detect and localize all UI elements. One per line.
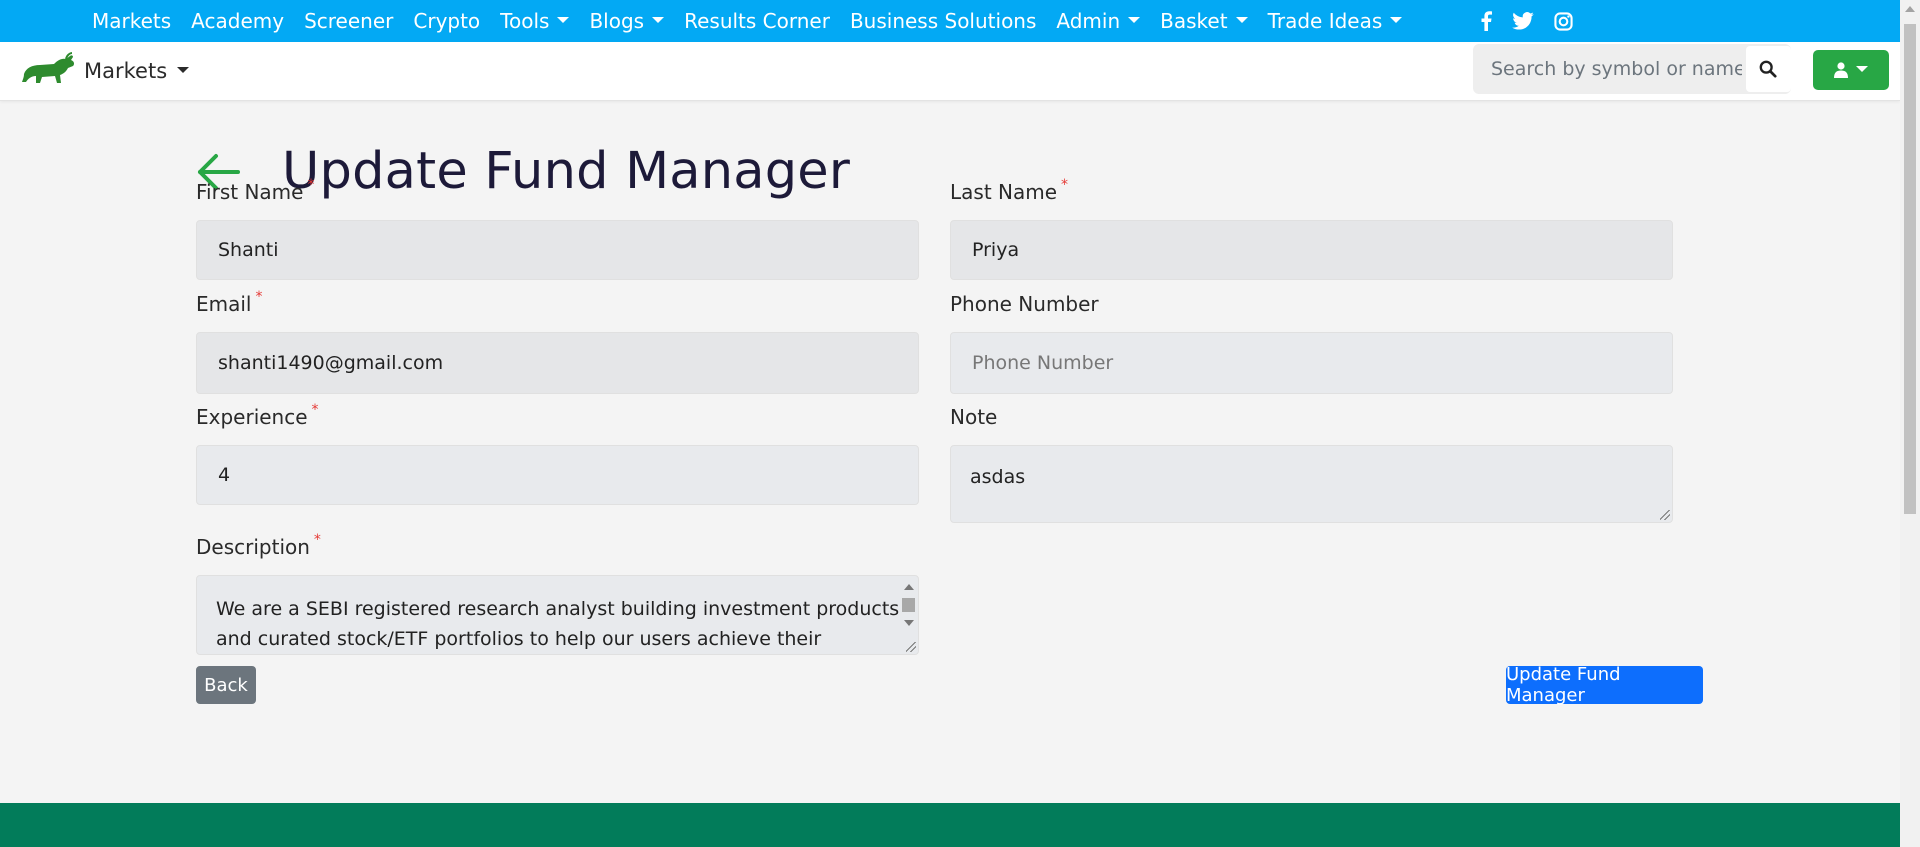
search-box [1473, 44, 1791, 94]
last-name-label: Last Name * [950, 177, 1069, 204]
page-title: Update Fund Manager [282, 142, 851, 202]
caret-down-icon [557, 17, 570, 23]
nav-item-trade-ideas[interactable]: Trade Ideas [1258, 9, 1413, 33]
nav-item-label: Basket [1160, 9, 1228, 33]
twitter-icon[interactable] [1512, 12, 1535, 30]
secondary-navbar: Markets [0, 42, 1900, 101]
nav-item-label: Markets [92, 9, 172, 33]
nav-item-screener[interactable]: Screener [294, 9, 403, 33]
last-name-label-text: Last Name [950, 180, 1058, 204]
note-label-text: Note [950, 405, 998, 429]
phone-label: Phone Number [950, 292, 1099, 316]
caret-down-icon [177, 67, 190, 73]
page-header: Update Fund Manager [196, 108, 850, 235]
last-name-field [950, 220, 1673, 280]
top-navbar: Markets Academy Screener Crypto Tools Blogs Re… [0, 0, 1900, 42]
top-nav-menu: Markets Academy Screener Crypto Tools Blogs Re… [82, 0, 1412, 42]
note-label: Note [950, 405, 997, 429]
brand: Markets [20, 52, 190, 90]
user-menu-button[interactable] [1813, 50, 1889, 90]
required-mark: * [307, 177, 315, 193]
caret-down-icon [1235, 17, 1248, 23]
experience-label-text: Experience [196, 405, 308, 429]
experience-input[interactable] [216, 463, 918, 487]
phone-input[interactable] [970, 351, 1672, 375]
nav-item-blogs[interactable]: Blogs [579, 9, 674, 33]
nav-item-results-corner[interactable]: Results Corner [674, 9, 840, 33]
first-name-label: First Name * [196, 177, 315, 204]
bull-logo-icon[interactable] [20, 52, 76, 90]
nav-item-label: Screener [304, 9, 394, 33]
nav-item-crypto[interactable]: Crypto [403, 9, 490, 33]
email-input[interactable] [216, 351, 918, 375]
markets-dropdown-label: Markets [84, 59, 168, 83]
resize-grip-icon[interactable] [906, 642, 916, 652]
nav-item-academy[interactable]: Academy [181, 9, 294, 33]
nav-item-label: Crypto [413, 9, 481, 33]
description-label-text: Description [196, 535, 310, 559]
scroll-thumb[interactable] [902, 598, 915, 612]
nav-item-label: Tools [500, 9, 550, 33]
required-mark: * [311, 402, 319, 418]
required-mark: * [255, 289, 263, 305]
experience-label: Experience * [196, 402, 319, 429]
facebook-icon[interactable] [1480, 11, 1493, 31]
social-links [1480, 11, 1573, 31]
phone-label-text: Phone Number [950, 292, 1099, 316]
description-textarea[interactable]: We are a SEBI registered research analys… [196, 575, 919, 655]
scroll-up-icon[interactable] [904, 584, 914, 590]
nav-item-label: Trade Ideas [1267, 9, 1383, 33]
scroll-thumb[interactable] [1904, 24, 1916, 514]
description-text: We are a SEBI registered research analys… [216, 598, 900, 650]
note-textarea[interactable]: asdas [950, 445, 1673, 523]
nav-item-label: Admin [1056, 9, 1121, 33]
user-icon [1834, 62, 1848, 78]
caret-down-icon [1390, 17, 1403, 23]
instagram-icon[interactable] [1554, 11, 1573, 31]
email-label-text: Email [196, 292, 252, 316]
description-label: Description * [196, 532, 321, 559]
last-name-input[interactable] [970, 238, 1672, 262]
phone-field [950, 332, 1673, 394]
scroll-down-icon[interactable] [904, 620, 914, 626]
email-label: Email * [196, 289, 263, 316]
required-mark: * [1061, 177, 1069, 193]
nav-item-tools[interactable]: Tools [490, 9, 579, 33]
resize-grip-icon[interactable] [1660, 510, 1670, 520]
nav-item-admin[interactable]: Admin [1046, 9, 1150, 33]
back-button[interactable]: Back [196, 666, 256, 704]
nav-item-label: Blogs [589, 9, 645, 33]
page-scrollbar[interactable] [1900, 0, 1920, 847]
update-fund-manager-button[interactable]: Update Fund Manager [1506, 664, 1703, 706]
first-name-field [196, 220, 919, 280]
nav-item-label: Academy [191, 9, 285, 33]
nav-item-basket[interactable]: Basket [1150, 9, 1257, 33]
note-text: asdas [970, 466, 1026, 488]
caret-down-icon [1128, 17, 1141, 23]
nav-item-markets[interactable]: Markets [82, 9, 181, 33]
search-input[interactable] [1473, 45, 1744, 93]
experience-field [196, 445, 919, 505]
search-icon [1760, 60, 1778, 78]
search-button[interactable] [1745, 46, 1791, 92]
first-name-label-text: First Name [196, 180, 304, 204]
scroll-up-icon[interactable] [1905, 6, 1915, 12]
first-name-input[interactable] [216, 238, 918, 262]
caret-down-icon [652, 17, 665, 23]
description-scrollbar[interactable] [900, 578, 916, 652]
email-field [196, 332, 919, 394]
required-mark: * [313, 532, 321, 548]
nav-item-label: Results Corner [684, 9, 830, 33]
caret-down-icon [1856, 66, 1868, 72]
nav-item-label: Business Solutions [849, 9, 1037, 33]
nav-item-business-solutions[interactable]: Business Solutions [840, 9, 1046, 33]
footer [0, 803, 1900, 847]
markets-dropdown[interactable]: Markets [84, 59, 190, 83]
